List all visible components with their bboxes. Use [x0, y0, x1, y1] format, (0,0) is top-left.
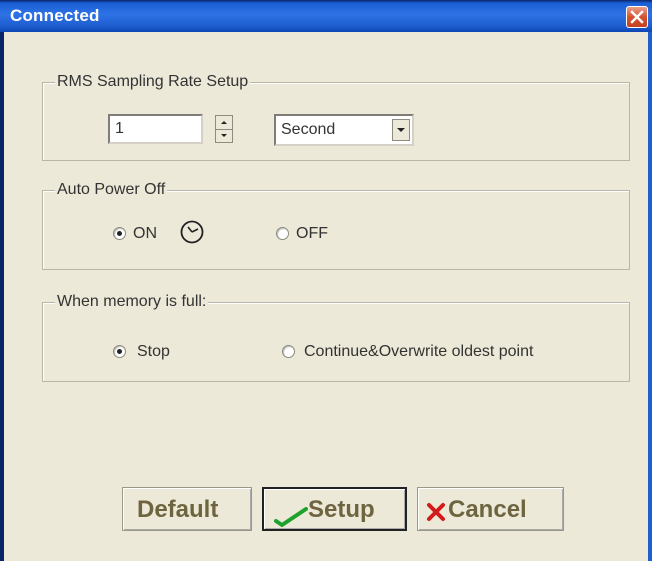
auto-power-legend: Auto Power Off [55, 181, 168, 198]
window-frame-left [0, 32, 4, 561]
rms-value-text: 1 [115, 120, 124, 137]
chevron-down-icon [397, 128, 405, 132]
window-frame-right [648, 32, 652, 561]
auto-power-off-label: OFF [296, 225, 328, 242]
setup-button-label: Setup [308, 496, 375, 523]
setup-button[interactable]: Setup [262, 487, 407, 531]
spin-down-button[interactable] [216, 129, 232, 142]
rms-unit-text: Second [281, 121, 336, 138]
close-icon [630, 10, 644, 24]
memory-group: When memory is full: [42, 294, 630, 382]
memory-stop-radio[interactable] [113, 345, 126, 358]
auto-power-off-radio[interactable] [276, 227, 289, 240]
rms-value-input[interactable]: 1 [108, 114, 203, 144]
memory-continue-label: Continue&Overwrite oldest point [304, 343, 534, 360]
checkmark-icon [274, 507, 308, 527]
auto-power-on-radio[interactable] [113, 227, 126, 240]
cancel-button[interactable]: Cancel [417, 487, 564, 531]
arrow-down-icon [221, 134, 227, 137]
close-button[interactable] [626, 6, 648, 28]
cancel-x-icon [427, 503, 445, 521]
title-bar[interactable]: Connected [0, 0, 652, 32]
auto-power-on-label: ON [133, 225, 157, 242]
memory-stop-label: Stop [137, 343, 170, 360]
memory-legend: When memory is full: [55, 293, 209, 310]
clock-icon [180, 220, 204, 244]
rms-spinner[interactable] [215, 115, 233, 143]
spin-up-button[interactable] [216, 116, 232, 130]
rms-unit-dropdown-button[interactable] [392, 119, 410, 141]
cancel-button-label: Cancel [448, 496, 527, 523]
window-title: Connected [10, 6, 100, 25]
arrow-up-icon [221, 121, 227, 124]
default-button[interactable]: Default [122, 487, 252, 531]
default-button-label: Default [137, 496, 219, 523]
rms-legend: RMS Sampling Rate Setup [55, 73, 251, 90]
memory-continue-radio[interactable] [282, 345, 295, 358]
auto-power-group: Auto Power Off [42, 182, 630, 270]
